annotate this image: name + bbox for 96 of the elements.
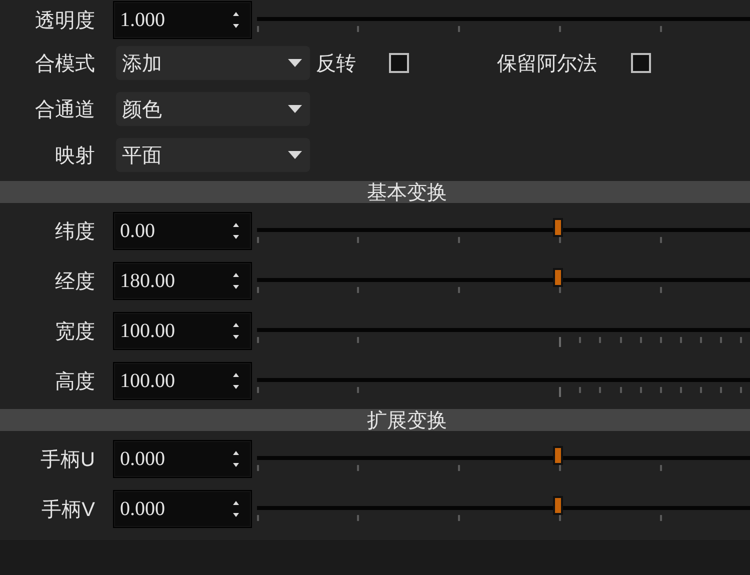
spin-box[interactable]: 1.000 — [113, 1, 252, 39]
slider-tick — [357, 387, 360, 393]
slider-tick — [740, 337, 742, 343]
slider-tick — [357, 26, 360, 32]
field-label: 经度 — [54, 270, 95, 294]
slider-thumb[interactable] — [552, 496, 563, 515]
slider-tick — [558, 465, 561, 471]
slider-tick — [598, 387, 601, 393]
slider-tick — [357, 237, 360, 243]
slider-tick — [357, 465, 360, 471]
slider-tick — [558, 337, 561, 347]
up-arrow-icon[interactable] — [233, 373, 239, 377]
slider-tick — [558, 237, 561, 243]
down-arrow-icon[interactable] — [233, 463, 239, 467]
slider-tick — [458, 287, 460, 293]
slider-tick — [578, 337, 581, 343]
spin-box[interactable]: 0.00 — [113, 212, 252, 250]
dropdown[interactable]: 颜色 — [116, 92, 310, 126]
down-arrow-icon[interactable] — [233, 285, 239, 289]
slider-tick — [357, 287, 360, 293]
slider-tick — [257, 287, 259, 293]
dropdown[interactable]: 平面 — [116, 138, 310, 172]
field-label: 高度 — [54, 370, 95, 394]
field-label: 宽度 — [54, 320, 95, 344]
slider-tick — [598, 337, 601, 343]
slider-tick — [558, 387, 561, 397]
spin-box[interactable]: 180.00 — [113, 262, 252, 300]
down-arrow-icon[interactable] — [233, 24, 239, 28]
checkbox-label: 保留阿尔法 — [497, 52, 597, 76]
field-label: 透明度 — [34, 8, 95, 34]
slider-tick — [458, 465, 460, 471]
section-title: 基本变换 — [367, 180, 447, 206]
up-arrow-icon[interactable] — [233, 451, 239, 455]
section-title: 扩展变换 — [367, 408, 447, 434]
slider-thumb[interactable] — [552, 218, 563, 237]
field-label: 手柄V — [40, 498, 95, 522]
field-label: 纬度 — [54, 220, 95, 244]
field-label: 合模式 — [34, 52, 95, 76]
slider-tick — [700, 337, 702, 343]
caret-icon — [288, 151, 302, 159]
slider-tick — [257, 337, 259, 343]
slider-tick — [620, 337, 622, 343]
slider-tick — [458, 26, 460, 32]
slider-tick — [257, 387, 259, 393]
down-arrow-icon[interactable] — [233, 335, 239, 339]
checkbox-label: 反转 — [316, 52, 356, 76]
slider-tick — [680, 337, 682, 343]
dropdown[interactable]: 添加 — [116, 46, 310, 80]
up-arrow-icon[interactable] — [233, 323, 239, 327]
slider-tick — [578, 387, 581, 393]
caret-icon — [288, 59, 302, 67]
slider-tick — [640, 387, 642, 393]
slider-tick — [720, 337, 722, 343]
slider-tick — [257, 465, 259, 471]
up-arrow-icon[interactable] — [233, 223, 239, 227]
slider-thumb[interactable] — [552, 268, 563, 287]
slider-tick — [458, 515, 460, 521]
caret-icon — [288, 105, 302, 113]
slider-tick — [458, 237, 460, 243]
field-label: 映射 — [54, 144, 95, 168]
spin-box[interactable]: 0.000 — [113, 440, 252, 478]
slider-tick — [357, 515, 360, 521]
up-arrow-icon[interactable] — [233, 12, 239, 16]
slider-tick — [357, 337, 360, 343]
spin-box[interactable]: 0.000 — [113, 490, 252, 528]
slider-tick — [257, 515, 259, 521]
field-label: 手柄U — [40, 448, 95, 472]
field-label: 合通道 — [34, 98, 95, 122]
slider-tick — [660, 465, 662, 471]
down-arrow-icon[interactable] — [233, 385, 239, 389]
slider-tick — [740, 387, 742, 393]
slider-tick — [660, 337, 662, 343]
slider-tick — [700, 387, 702, 393]
slider-tick — [257, 26, 259, 32]
slider-tick — [680, 387, 682, 393]
slider-tick — [660, 387, 662, 393]
slider-tick — [558, 26, 561, 32]
slider-tick — [720, 387, 722, 393]
slider-tick — [257, 237, 259, 243]
slider-tick — [660, 287, 662, 293]
slider-tick — [660, 515, 662, 521]
slider-tick — [620, 387, 622, 393]
slider-tick — [640, 337, 642, 343]
down-arrow-icon[interactable] — [233, 235, 239, 239]
slider-tick — [660, 26, 662, 32]
down-arrow-icon[interactable] — [233, 513, 239, 517]
slider-tick — [558, 515, 561, 521]
slider-tick — [558, 287, 561, 293]
spin-box[interactable]: 100.00 — [113, 312, 252, 350]
checkbox[interactable] — [389, 53, 409, 73]
checkbox[interactable] — [631, 53, 651, 73]
up-arrow-icon[interactable] — [233, 273, 239, 277]
spin-box[interactable]: 100.00 — [113, 362, 252, 400]
up-arrow-icon[interactable] — [233, 501, 239, 505]
slider-thumb[interactable] — [552, 446, 563, 465]
slider-tick — [660, 237, 662, 243]
